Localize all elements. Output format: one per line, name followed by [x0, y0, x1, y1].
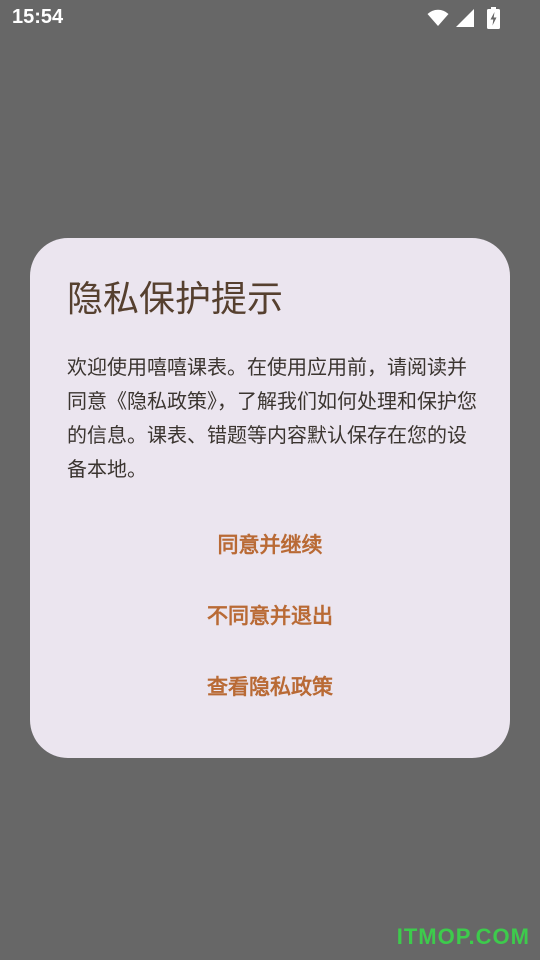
privacy-dialog: 隐私保护提示 欢迎使用嘻嘻课表。在使用应用前，请阅读并同意《隐私政策》，了解我们… — [30, 238, 510, 758]
status-time: 15:54 — [12, 6, 64, 28]
watermark: ITMOP.COM — [396, 924, 530, 949]
signal-icon — [456, 9, 474, 27]
agree-continue-button[interactable]: 同意并继续 — [30, 520, 510, 570]
wifi-icon — [427, 9, 449, 26]
dialog-message: 欢迎使用嘻嘻课表。在使用应用前，请阅读并同意《隐私政策》，了解我们如何处理和保护… — [67, 355, 477, 481]
battery-charging-icon — [487, 7, 500, 29]
disagree-exit-button[interactable]: 不同意并退出 — [30, 591, 510, 641]
status-icons — [427, 7, 500, 29]
status-bar: 15:54 — [0, 0, 540, 36]
dialog-title: 隐私保护提示 — [67, 279, 284, 320]
view-privacy-policy-button[interactable]: 查看隐私政策 — [30, 662, 510, 712]
